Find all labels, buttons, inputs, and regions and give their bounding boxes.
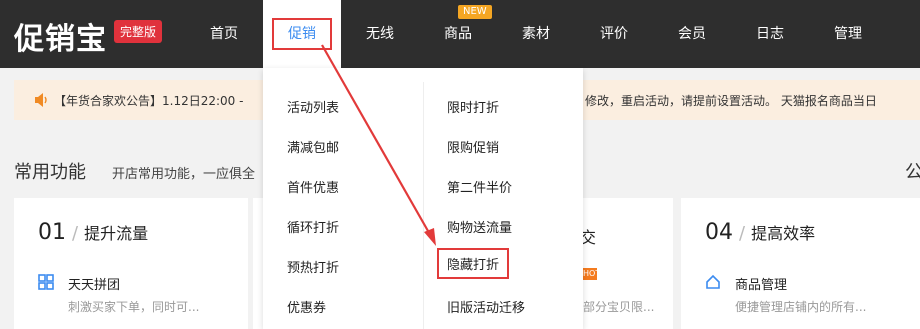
speaker-icon xyxy=(35,93,47,107)
section-title: 常用功能 xyxy=(14,162,86,183)
logo-text: 促销宝 xyxy=(14,22,107,57)
card-improve-efficiency: 04/提高效率 商品管理 便捷管理店铺内的所有... xyxy=(681,198,920,329)
nav-members-label: 会员 xyxy=(678,26,706,42)
side-section-title: 公 xyxy=(905,162,920,183)
top-nav-bar: 促销宝 完整版 首页 促销 无线 商品 素材 评价 会员 日志 管理 NEW xyxy=(0,0,920,68)
nav-logs[interactable]: 日志 xyxy=(736,0,804,68)
card-number: 01 xyxy=(38,220,66,245)
dropdown-divider xyxy=(423,82,424,329)
grid-icon xyxy=(38,274,54,290)
menu-first-item-discount[interactable]: 首件优惠 xyxy=(287,177,339,196)
card-boost-traffic: 01/提升流量 天天拼团 刺激买家下单，同时可... xyxy=(14,198,248,329)
menu-activity-list[interactable]: 活动列表 xyxy=(287,97,339,116)
card-title: 提高效率 xyxy=(751,224,816,243)
nav-wireless[interactable]: 无线 xyxy=(346,0,414,68)
nav-reviews-label: 评价 xyxy=(600,26,628,42)
menu-coupons[interactable]: 优惠券 xyxy=(287,297,326,316)
section-description: 开店常用功能，一应俱全 xyxy=(112,167,256,182)
announcement-text: 【年货合家欢公告】1.12日22:00 - xyxy=(54,94,244,108)
card-heading: 01/提升流量 xyxy=(38,220,149,245)
house-icon xyxy=(706,274,720,289)
menu-full-reduction[interactable]: 满减包邮 xyxy=(287,137,339,156)
edition-badge: 完整版 xyxy=(114,20,163,43)
card-number: 04 xyxy=(705,220,733,245)
menu-preheat-discount[interactable]: 预热打折 xyxy=(287,257,339,276)
nav-promotion-label: 促销 xyxy=(272,18,332,50)
nav-home-label: 首页 xyxy=(210,26,238,42)
nav-members[interactable]: 会员 xyxy=(658,0,726,68)
nav-home[interactable]: 首页 xyxy=(190,0,258,68)
nav-manage[interactable]: 管理 xyxy=(814,0,882,68)
card-heading: 04/提高效率 xyxy=(705,220,816,245)
feature-group-buy[interactable]: 天天拼团 xyxy=(68,274,120,293)
nav-wireless-label: 无线 xyxy=(366,26,394,42)
nav-manage-label: 管理 xyxy=(834,26,862,42)
menu-purchase-limit[interactable]: 限购促销 xyxy=(447,137,499,156)
feature-product-manage[interactable]: 商品管理 xyxy=(735,274,787,293)
menu-shopping-traffic[interactable]: 购物送流量 xyxy=(447,217,512,236)
feature-description-fragment: 部分宝贝限... xyxy=(583,300,655,314)
promotion-dropdown: 活动列表 满减包邮 首件优惠 循环打折 预热打折 优惠券 限时打折 限购促销 第… xyxy=(263,68,583,329)
menu-flash-discount[interactable]: 限时打折 xyxy=(447,97,499,116)
nav-materials-label: 素材 xyxy=(522,26,550,42)
nav-products-label: 商品 xyxy=(444,26,472,42)
hot-badge: HOT xyxy=(583,268,597,280)
menu-second-half-price[interactable]: 第二件半价 xyxy=(447,177,512,196)
nav-materials[interactable]: 素材 xyxy=(502,0,570,68)
menu-legacy-migration[interactable]: 旧版活动迁移 xyxy=(447,297,525,316)
nav-reviews[interactable]: 评价 xyxy=(580,0,648,68)
nav-promotion[interactable]: 促销 xyxy=(263,0,341,68)
card-title: 提升流量 xyxy=(84,224,149,243)
feature-description: 刺激买家下单，同时可... xyxy=(68,300,200,314)
announcement-text-tail: 修改，重启活动，请提前设置活动。 天猫报名商品当日 xyxy=(585,94,877,108)
menu-recurring-discount[interactable]: 循环打折 xyxy=(287,217,339,236)
menu-hidden-discount[interactable]: 隐藏打折 xyxy=(437,248,510,279)
nav-logs-label: 日志 xyxy=(756,26,784,42)
feature-description: 便捷管理店铺内的所有... xyxy=(735,300,867,314)
new-badge: NEW xyxy=(458,5,492,19)
